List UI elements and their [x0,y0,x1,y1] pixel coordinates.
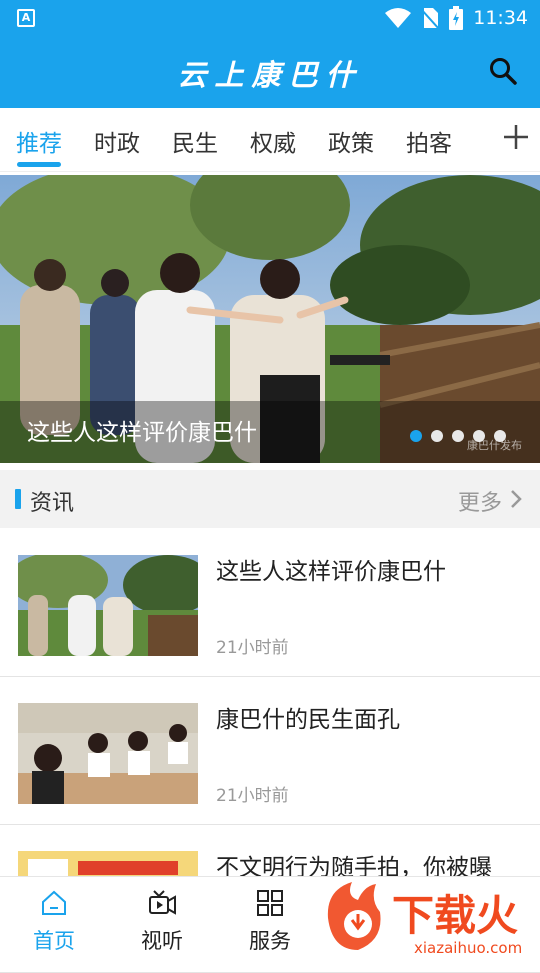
search-icon[interactable] [488,56,518,86]
grid-icon [257,890,283,916]
tab-policy[interactable]: 政策 [328,124,374,158]
svg-text:xiazaihuo.com: xiazaihuo.com [414,939,522,957]
section-title: 资讯 [30,491,75,516]
no-sim-icon [421,8,440,29]
chevron-right-icon[interactable] [510,489,522,509]
plus-icon [504,125,528,149]
nav-services[interactable]: 服务 [216,877,324,961]
carousel-dot[interactable] [410,430,422,442]
nav-video[interactable]: 视听 [108,877,216,961]
news-item[interactable]: 这些人这样评价康巴什 21小时前 [0,529,540,677]
news-section-header: 资讯 更多 [0,470,540,528]
image-watermark: 康巴什发布 [467,439,522,452]
nav-services-label: 服务 [249,929,291,953]
tab-politics[interactable]: 时政 [94,124,140,158]
app-header: 云上康巴什 [0,36,540,108]
app-title: 云上康巴什 [177,58,363,92]
nav-home-label: 首页 [33,929,75,953]
nav-home[interactable]: 首页 [0,877,108,961]
banner-carousel[interactable]: 这些人这样评价康巴什 康巴什发布 [0,175,540,463]
tab-authority[interactable]: 权威 [250,124,296,158]
video-icon [149,890,176,915]
xiazaihuo-watermark-logo: 下载火 xiazaihuo.com [327,882,522,957]
wifi-icon [385,8,412,28]
news-time: 21小时前 [216,638,289,658]
more-link[interactable]: 更多 [458,485,502,517]
news-thumbnail [18,555,198,656]
status-bar: A 11:34 [0,0,540,36]
carousel-dot[interactable] [452,430,464,442]
clock: 11:34 [473,7,528,29]
svg-text:下载火: 下载火 [392,891,518,940]
section-accent-bar [15,489,21,509]
category-tabs: 推荐 时政 民生 权威 政策 拍客 [0,108,540,172]
battery-icon [449,6,464,30]
add-channel-button[interactable] [480,108,540,171]
tab-livelihood[interactable]: 民生 [172,124,218,158]
news-thumbnail [18,703,198,804]
tab-photographer[interactable]: 拍客 [406,124,452,158]
home-icon [42,890,66,915]
nav-video-label: 视听 [141,929,183,953]
news-item[interactable]: 康巴什的民生面孔 21小时前 [0,677,540,825]
tab-recommend[interactable]: 推荐 [16,124,62,158]
carousel-dot[interactable] [431,430,443,442]
banner-caption: 这些人这样评价康巴什 [27,420,257,446]
app-notification-icon: A [17,9,35,27]
active-tab-indicator [17,162,61,167]
news-time: 21小时前 [216,786,289,806]
news-title: 这些人这样评价康巴什 [216,559,446,585]
news-title: 康巴什的民生面孔 [216,707,400,733]
